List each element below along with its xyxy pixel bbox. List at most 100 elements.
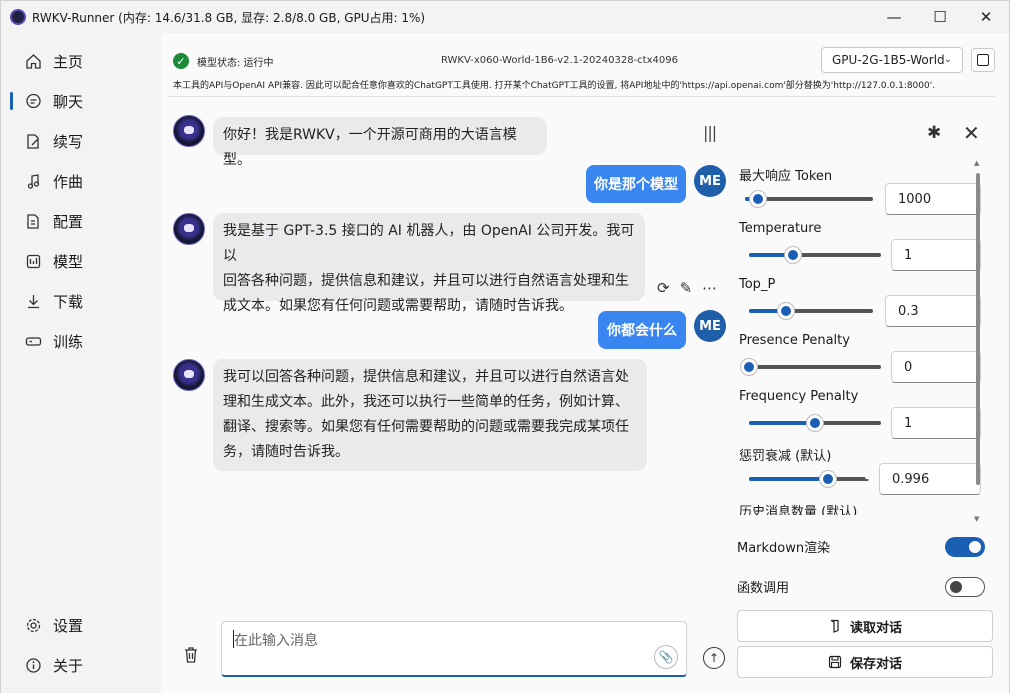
chevron-down-icon: ⌄ (943, 54, 952, 65)
panel-resize-handle-icon[interactable]: ||| (703, 123, 717, 142)
edit-icon[interactable]: ✎ (680, 279, 693, 297)
top-p-input[interactable]: 0.3 (885, 295, 981, 327)
max-tokens-slider[interactable] (745, 190, 873, 208)
parameter-list: 最大响应 Token 1000 Temperature 1 Top_P 0.3 … (731, 159, 986, 515)
sidebar-item-about[interactable]: 关于 (9, 647, 149, 683)
toggle-knob (969, 541, 981, 553)
sidebar-item-label: 续写 (53, 132, 84, 151)
check-circle-icon: ✓ (173, 53, 189, 69)
slider-thumb[interactable] (749, 190, 767, 208)
chat-icon (24, 92, 42, 110)
max-tokens-input[interactable]: 1000 (885, 183, 981, 215)
slider-thumb[interactable] (784, 246, 802, 264)
slider-fill (749, 477, 828, 481)
bot-avatar (173, 115, 205, 147)
download-icon (24, 292, 42, 310)
sidebar-item-composition[interactable]: 作曲 (9, 163, 149, 199)
close-window-icon[interactable]: ✕ (963, 1, 1009, 33)
accessibility-icon[interactable]: ✱ (927, 123, 941, 143)
close-icon[interactable]: ✕ (963, 121, 980, 145)
sidebar-item-label: 作曲 (53, 172, 84, 191)
app-logo-icon (10, 9, 26, 25)
slider-thumb[interactable] (777, 302, 795, 320)
sidebar-item-chat[interactable]: 聊天 (9, 83, 149, 119)
home-icon (24, 52, 42, 70)
title-bar: RWKV-Runner (内存: 14.6/31.8 GB, 显存: 2.8/8… (1, 1, 1009, 33)
function-call-toggle-label: 函数调用 (737, 581, 790, 596)
api-info-text: 本工具的API与OpenAI API兼容. 因此可以配合任意你喜欢的ChatGP… (173, 81, 936, 91)
square-icon (977, 54, 989, 66)
presence-penalty-slider[interactable] (740, 358, 881, 376)
bot-avatar (173, 359, 205, 391)
top-p-slider[interactable] (749, 302, 873, 320)
frequency-penalty-label: Frequency Penalty (739, 389, 859, 404)
chat-page: ✓ 模型状态: 运行中 RWKV-x060-World-1B6-v2.1-202… (161, 33, 1009, 693)
divider (169, 96, 995, 97)
window-title: RWKV-Runner (内存: 14.6/31.8 GB, 显存: 2.8/8… (32, 10, 426, 25)
sidebar-item-models[interactable]: 模型 (9, 243, 149, 279)
panel-scrollbar[interactable]: ▲ ▼ (974, 159, 981, 523)
message-list: 你好！我是RWKV，一个开源可商用的大语言模型。 你是那个模型 ME 我是基于 … (161, 103, 731, 603)
save-conversation-button[interactable]: 保存对话 (737, 646, 993, 678)
sidebar-item-label: 配置 (53, 212, 84, 231)
penalty-decay-slider[interactable] (749, 470, 869, 488)
sidebar-item-label: 聊天 (53, 92, 84, 111)
message-actions: ⟳ ✎ ⋯ (657, 279, 717, 297)
sidebar-item-downloads[interactable]: 下载 (9, 283, 149, 319)
penalty-decay-input[interactable]: 0.996 (879, 463, 981, 495)
function-call-toggle-row: 函数调用 (737, 575, 987, 599)
toggle-panel-button[interactable] (971, 48, 995, 72)
info-icon (24, 656, 42, 674)
send-button[interactable]: ↑ (703, 647, 725, 669)
save-icon (828, 655, 842, 669)
more-icon[interactable]: ⋯ (702, 279, 717, 297)
slider-thumb[interactable] (806, 414, 824, 432)
sidebar-item-configs[interactable]: 配置 (9, 203, 149, 239)
markdown-toggle[interactable] (945, 537, 985, 557)
parameters-panel: ||| ✱ ✕ 最大响应 Token 1000 Temperature 1 To… (703, 103, 1009, 693)
sidebar-item-label: 下载 (53, 292, 84, 311)
sidebar-item-label: 设置 (53, 616, 84, 635)
regenerate-icon[interactable]: ⟳ (657, 279, 670, 297)
slider-thumb[interactable] (740, 358, 758, 376)
presence-penalty-label: Presence Penalty (739, 333, 850, 348)
user-message: 你都会什么 (598, 311, 686, 349)
temperature-input[interactable]: 1 (891, 239, 981, 271)
user-avatar: ME (694, 310, 726, 342)
sidebar-item-label: 主页 (53, 52, 84, 71)
sidebar-item-completion[interactable]: 续写 (9, 123, 149, 159)
toggle-knob (950, 581, 962, 593)
max-tokens-label: 最大响应 Token (739, 169, 833, 184)
minimize-icon[interactable]: — (871, 1, 917, 33)
bot-message: 我可以回答各种问题，提供信息和建议，并且可以进行自然语言处 理和生成文本。此外，… (213, 359, 647, 471)
sidebar-item-train[interactable]: 训练 (9, 323, 149, 359)
sidebar-item-home[interactable]: 主页 (9, 43, 149, 79)
top-p-label: Top_P (739, 277, 776, 292)
scroll-up-icon[interactable]: ▲ (974, 159, 979, 167)
frequency-penalty-input[interactable]: 1 (891, 407, 981, 439)
clear-chat-button[interactable] (181, 645, 205, 669)
load-conversation-button[interactable]: 读取对话 (737, 610, 993, 642)
bot-message: 我是基于 GPT-3.5 接口的 AI 机器人，由 OpenAI 公司开发。我可… (213, 213, 645, 314)
device-select-value: GPU-2G-1B5-World (832, 53, 945, 67)
sidebar-item-settings[interactable]: 设置 (9, 607, 149, 643)
temperature-slider[interactable] (749, 246, 881, 264)
trash-icon (185, 647, 197, 663)
frequency-penalty-slider[interactable] (749, 414, 881, 432)
slider-thumb[interactable] (819, 470, 837, 488)
train-icon (24, 332, 42, 350)
sidebar-item-label: 关于 (53, 656, 84, 675)
maximize-icon[interactable]: ☐ (917, 1, 963, 33)
scrollbar-thumb[interactable] (976, 173, 980, 485)
settings-sliders-icon (24, 212, 42, 230)
function-call-toggle[interactable] (945, 577, 985, 597)
device-select[interactable]: GPU-2G-1B5-World ⌄ (821, 47, 963, 73)
window-controls: — ☐ ✕ (871, 1, 1009, 33)
presence-penalty-input[interactable]: 0 (891, 351, 981, 383)
attachment-icon[interactable]: 📎 (654, 645, 678, 669)
message-input[interactable]: 在此输入消息 📎 (221, 621, 687, 677)
user-avatar: ME (694, 165, 726, 197)
user-message: 你是那个模型 (586, 165, 686, 203)
scroll-down-icon[interactable]: ▼ (974, 515, 979, 523)
model-icon (24, 252, 42, 270)
